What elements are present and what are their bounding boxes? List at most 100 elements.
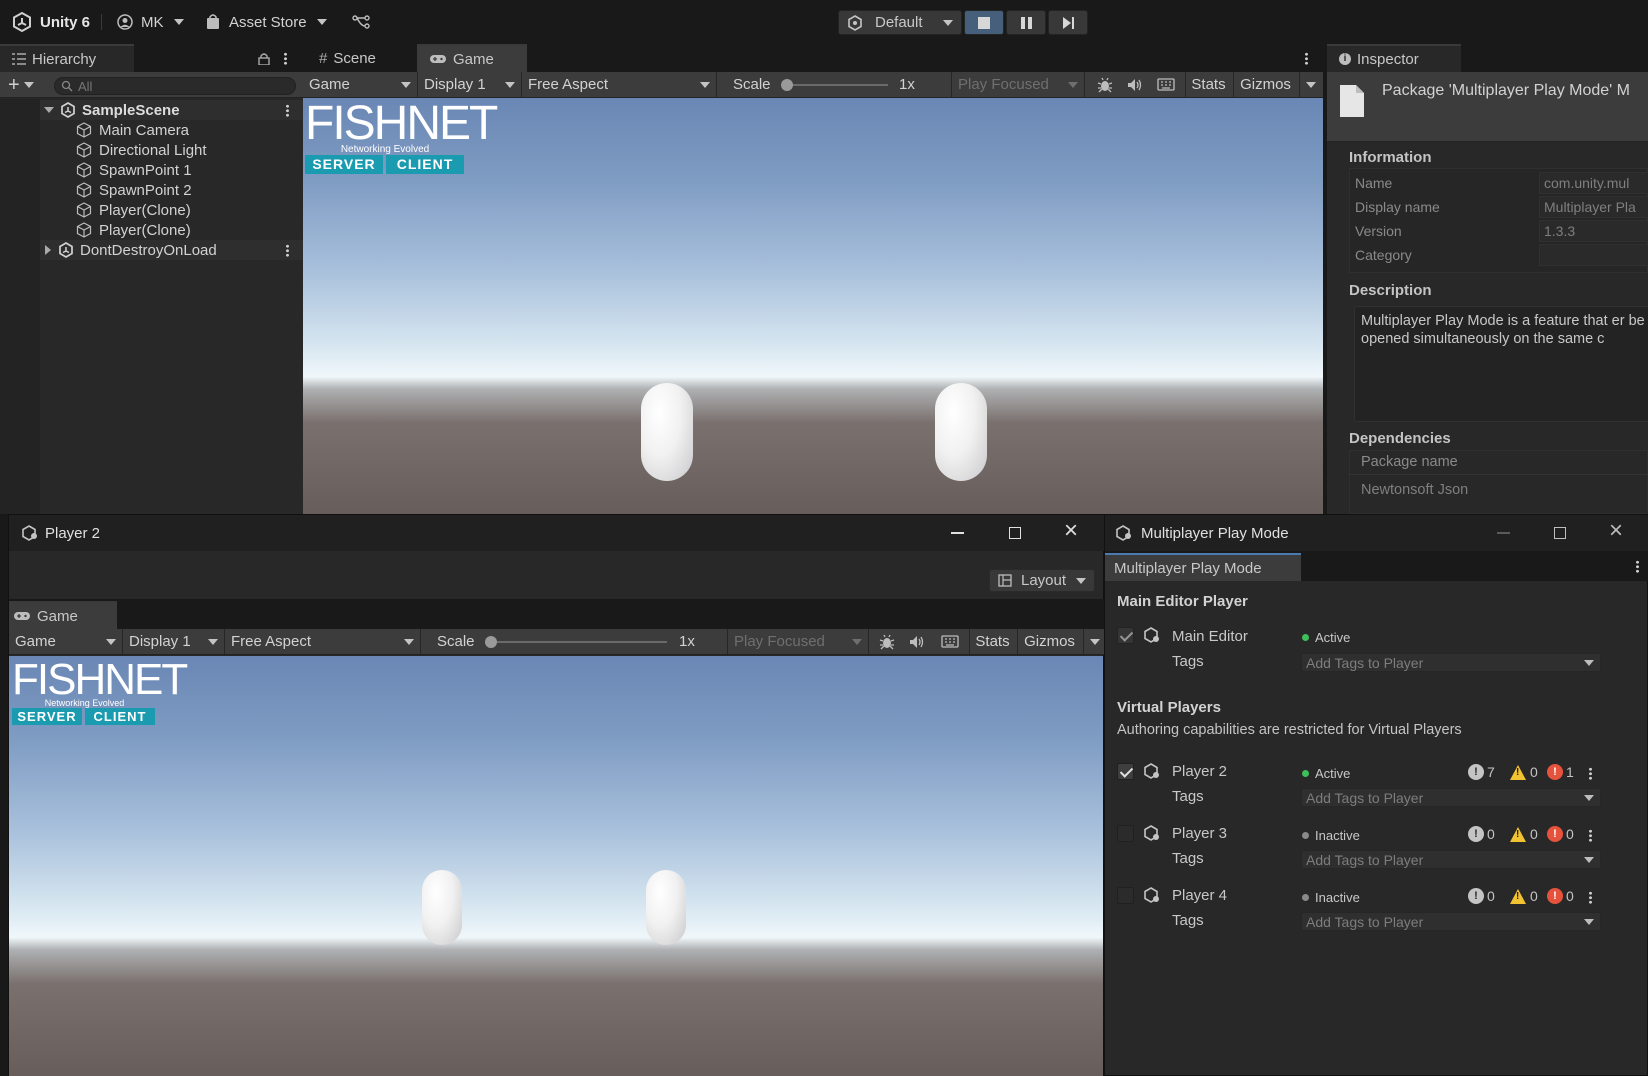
play-focused-dropdown[interactable]: Play Focused (951, 72, 1085, 97)
player2-layout-dropdown[interactable]: Layout (989, 569, 1095, 592)
dontdestroy-row[interactable]: DontDestroyOnLoad (40, 240, 303, 260)
hierarchy-item[interactable]: Player(Clone) (40, 200, 303, 220)
more-options-icon[interactable] (1589, 829, 1592, 842)
tab-inspector[interactable]: i Inspector (1327, 44, 1461, 72)
error-count-value: 0 (1566, 888, 1574, 904)
keyboard-button[interactable] (1153, 72, 1179, 97)
mppm-titlebar[interactable]: Multiplayer Play Mode × (1105, 515, 1648, 551)
speaker-icon (1128, 78, 1142, 91)
keyboard-button[interactable] (937, 629, 963, 654)
gameobject-cube-icon (76, 202, 92, 218)
virtual-player-tags-label: Tags (1172, 912, 1204, 929)
virtual-player-tags-dropdown[interactable]: Add Tags to Player (1301, 850, 1601, 869)
display-dropdown[interactable]: Display 1 (418, 72, 522, 97)
game-viewport[interactable]: FISHNET Networking Evolved SERVER CLIENT (303, 98, 1323, 514)
error-count: ! 1 (1547, 764, 1574, 780)
play-focused-dropdown[interactable]: Play Focused (727, 629, 869, 654)
info-row-label: Display name (1355, 199, 1440, 215)
pause-button[interactable] (1006, 10, 1046, 35)
dependency-item[interactable]: Newtonsoft Json (1361, 482, 1468, 498)
info-row-label: Name (1355, 175, 1393, 191)
debug-button[interactable] (875, 629, 899, 654)
player2-game-viewport[interactable]: FISHNET Networking Evolved SERVER CLIENT (9, 656, 1103, 1076)
more-options-icon[interactable] (1636, 560, 1639, 573)
debug-button[interactable] (1093, 72, 1117, 97)
unity-menu[interactable]: Unity 6 (12, 0, 90, 44)
gameobject-cube-icon (76, 182, 92, 198)
maximize-icon[interactable] (1554, 527, 1566, 539)
minimize-icon[interactable] (1497, 532, 1510, 534)
virtual-player-checkbox[interactable] (1117, 763, 1134, 780)
expand-arrow-icon[interactable] (44, 107, 54, 113)
virtual-player-status-label: Inactive (1315, 890, 1360, 905)
more-options-icon[interactable] (284, 52, 287, 65)
more-options-icon[interactable] (1305, 52, 1308, 65)
hierarchy-item[interactable]: SpawnPoint 1 (40, 160, 303, 180)
gameobject-cube-icon (76, 222, 92, 238)
hierarchy-item[interactable]: Main Camera (40, 120, 303, 140)
close-icon[interactable]: × (1064, 519, 1078, 543)
hierarchy-item[interactable]: Player(Clone) (40, 220, 303, 240)
more-options-icon[interactable] (286, 104, 289, 117)
version-control-button[interactable] (352, 0, 370, 44)
create-button[interactable]: + (8, 75, 34, 95)
chevron-down-icon (1584, 795, 1594, 801)
stop-button[interactable] (964, 10, 1004, 35)
tab-game[interactable]: Game (417, 44, 527, 72)
more-options-icon[interactable] (286, 244, 289, 257)
account-dropdown[interactable]: MK (117, 0, 184, 44)
close-icon[interactable]: × (1609, 519, 1623, 543)
hierarchy-search[interactable] (54, 77, 296, 95)
gizmos-button[interactable]: Gizmos (1233, 72, 1297, 97)
list-icon (12, 53, 26, 65)
gizmos-button[interactable]: Gizmos (1017, 629, 1081, 654)
mute-button[interactable] (905, 629, 929, 654)
more-options-icon[interactable] (1589, 891, 1592, 904)
virtual-players-note: Authoring capabilities are restricted fo… (1117, 722, 1462, 738)
view-dropdown[interactable]: Game (303, 72, 418, 97)
error-icon: ! (1547, 888, 1563, 904)
layout-dropdown[interactable]: Default (838, 10, 962, 35)
scene-row[interactable]: SampleScene (40, 100, 303, 120)
scale-label: Scale (733, 76, 771, 93)
view-label: Game (15, 633, 56, 650)
lock-icon[interactable] (258, 52, 270, 65)
aspect-dropdown[interactable]: Free Aspect (522, 72, 717, 97)
gizmos-dropdown[interactable] (1299, 72, 1321, 97)
scale-slider[interactable] (781, 79, 888, 91)
collapse-arrow-icon[interactable] (45, 245, 51, 255)
hierarchy-item[interactable]: Directional Light (40, 140, 303, 160)
hierarchy-item[interactable]: SpawnPoint 2 (40, 180, 303, 200)
stats-button[interactable]: Stats (969, 629, 1015, 654)
view-dropdown[interactable]: Game (9, 629, 123, 654)
gizmos-label: Gizmos (1240, 76, 1291, 93)
player2-tab-game[interactable]: Game (9, 601, 117, 629)
virtual-player-tags-dropdown[interactable]: Add Tags to Player (1301, 788, 1601, 807)
virtual-player-icon (1144, 887, 1159, 903)
gizmos-dropdown[interactable] (1083, 629, 1105, 654)
asset-store-dropdown[interactable]: Asset Store (206, 0, 327, 44)
mute-button[interactable] (1123, 72, 1147, 97)
tab-scene[interactable]: # Scene (303, 44, 413, 72)
main-editor-tags-dropdown[interactable]: Add Tags to Player (1301, 653, 1601, 672)
hierarchy-search-input[interactable] (78, 78, 258, 94)
more-options-icon[interactable] (1589, 767, 1592, 780)
minimize-icon[interactable] (951, 532, 964, 534)
stats-button[interactable]: Stats (1185, 72, 1231, 97)
scale-slider[interactable] (485, 636, 667, 648)
virtual-player-checkbox[interactable] (1117, 887, 1134, 904)
display-dropdown[interactable]: Display 1 (123, 629, 225, 654)
virtual-player-checkbox[interactable] (1117, 825, 1134, 842)
scale-slider-handle[interactable] (781, 79, 793, 91)
virtual-player-tags-dropdown[interactable]: Add Tags to Player (1301, 912, 1601, 931)
player2-titlebar[interactable]: Player 2 × (9, 515, 1105, 551)
maximize-icon[interactable] (1009, 527, 1021, 539)
step-button[interactable] (1048, 10, 1088, 35)
tab-hierarchy[interactable]: Hierarchy (0, 44, 134, 72)
scale-slider-handle[interactable] (485, 636, 497, 648)
aspect-dropdown[interactable]: Free Aspect (225, 629, 421, 654)
chevron-down-icon (1584, 919, 1594, 925)
game-toolbar: Game Display 1 Free Aspect Scale 1x Play… (303, 72, 1323, 98)
mppm-tab[interactable]: Multiplayer Play Mode (1105, 553, 1301, 581)
virtual-players-header: Virtual Players (1117, 699, 1221, 716)
